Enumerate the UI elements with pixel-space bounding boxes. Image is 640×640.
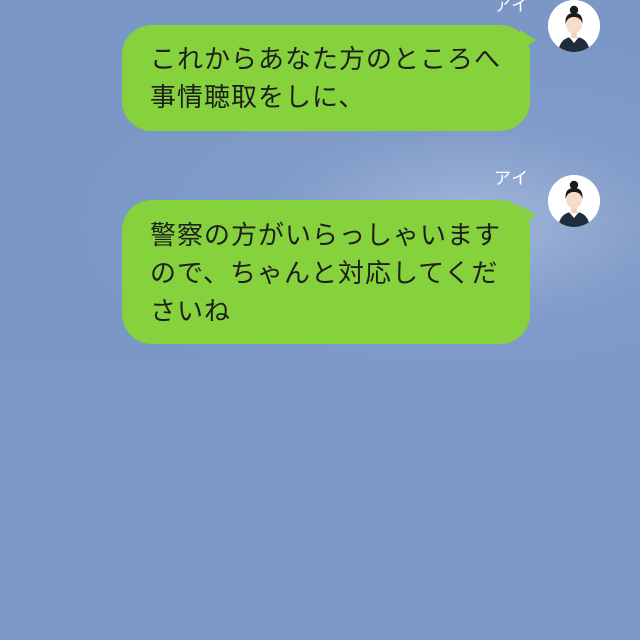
sender-name: アイ <box>494 169 530 189</box>
woman-avatar-icon[interactable] <box>548 175 600 227</box>
sender-name: アイ <box>494 0 530 16</box>
empty-background-area <box>0 360 640 640</box>
chat-area: アイ これからあなた方のところへ 事情聴取をしに、 アイ 警察の方がいらっしゃい… <box>0 0 640 360</box>
message-bubble[interactable]: 警察の方がいらっしゃいます ので、ちゃんと対応してくだ さいね <box>122 200 530 344</box>
woman-avatar-icon[interactable] <box>548 0 600 52</box>
message-bubble[interactable]: これからあなた方のところへ 事情聴取をしに、 <box>122 25 530 131</box>
